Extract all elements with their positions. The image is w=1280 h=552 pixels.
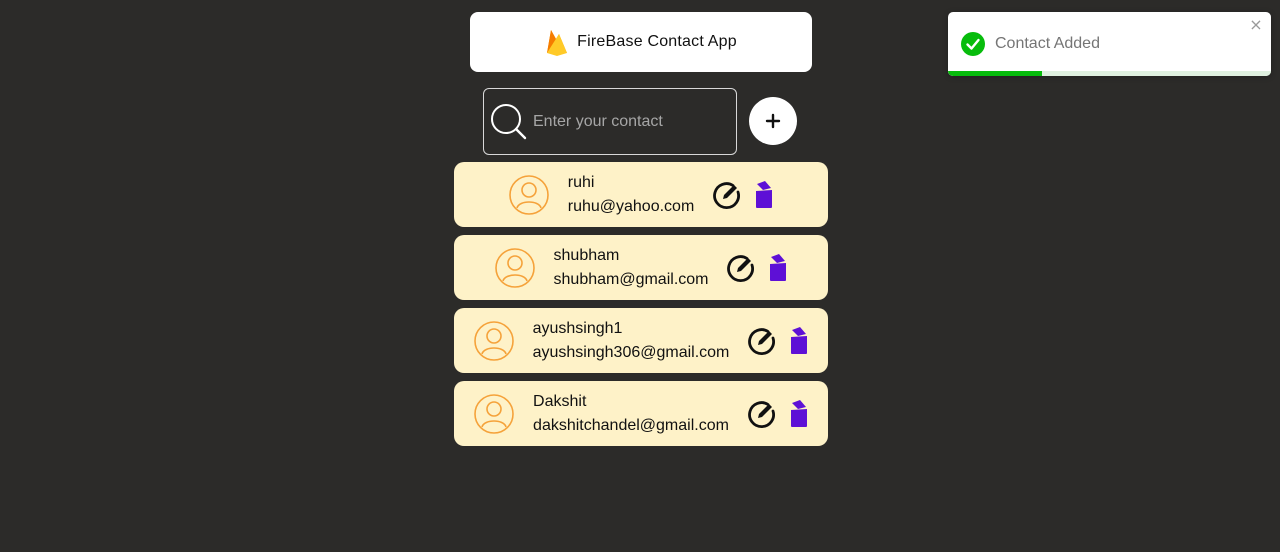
app-title: FireBase Contact App [577,33,737,50]
add-contact-button[interactable] [749,97,797,145]
contact-list: ruhi ruhu@yahoo.com shubham shubham@gmai… [454,162,828,454]
user-avatar-icon [473,320,515,362]
edit-icon[interactable] [712,180,742,210]
search-icon [489,102,529,142]
contact-name: shubham [553,246,620,264]
plus-icon [765,113,781,129]
edit-icon[interactable] [726,253,756,283]
contact-name: Dakshit [533,392,587,410]
contact-email: dakshitchandel@gmail.com [533,416,729,434]
delete-icon[interactable] [789,326,809,355]
check-circle-icon [961,32,985,56]
close-icon[interactable]: × [1247,16,1265,34]
contact-card: ayushsingh1 ayushsingh306@gmail.com [454,308,828,373]
user-avatar-icon [508,174,550,216]
contact-info: Dakshit dakshitchandel@gmail.com [533,390,729,438]
user-avatar-icon [494,247,536,289]
contact-info: ruhi ruhu@yahoo.com [568,171,695,219]
delete-icon[interactable] [789,399,809,428]
toast-notification: Contact Added × [948,12,1271,76]
user-avatar-icon [473,393,515,435]
edit-icon[interactable] [747,326,777,356]
edit-icon[interactable] [747,399,777,429]
contact-card: Dakshit dakshitchandel@gmail.com [454,381,828,446]
contact-name: ayushsingh1 [532,319,623,337]
app-header: FireBase Contact App [470,12,812,72]
contact-card: ruhi ruhu@yahoo.com [454,162,828,227]
toast-progress-bar [948,71,1042,76]
search-box[interactable] [483,88,737,155]
delete-icon[interactable] [768,253,788,282]
contact-info: ayushsingh1 ayushsingh306@gmail.com [533,317,730,365]
contact-info: shubham shubham@gmail.com [554,244,709,292]
contact-email: ayushsingh306@gmail.com [532,343,730,361]
toast-progress-track [948,71,1271,76]
contact-name: ruhi [567,173,595,191]
delete-icon[interactable] [754,180,774,209]
toast-message: Contact Added [995,35,1100,52]
contact-email: ruhu@yahoo.com [567,197,695,215]
firebase-flame-icon [545,27,569,57]
contact-email: shubham@gmail.com [553,270,709,288]
search-input[interactable] [533,106,723,137]
contact-card: shubham shubham@gmail.com [454,235,828,300]
